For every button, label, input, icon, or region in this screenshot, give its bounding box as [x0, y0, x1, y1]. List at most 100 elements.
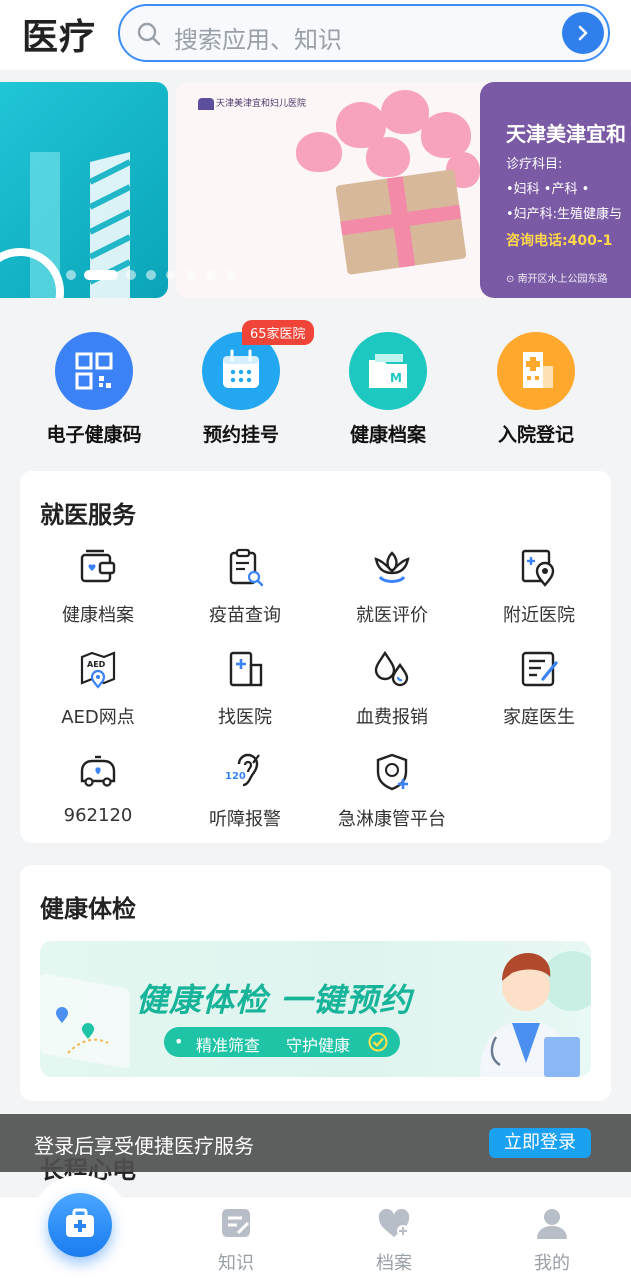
section-title: 就医服务 [40, 501, 136, 529]
map-pin-icon [56, 1007, 109, 1054]
service-vaccine-search[interactable]: 疫苗查询 [171, 547, 319, 627]
service-label: 找医院 [218, 707, 272, 728]
nav-mine[interactable]: 我的 [512, 1205, 592, 1275]
quick-label: 健康档案 [349, 424, 426, 446]
bottom-navigation: 知识 档案 我的 [0, 1175, 631, 1280]
nearby-hospital-icon [521, 549, 555, 587]
service-find-hospital[interactable]: 找医院 [171, 649, 319, 729]
top-bar: 医疗 搜索应用、知识 [0, 0, 631, 70]
nav-archive[interactable]: 档案 [354, 1205, 434, 1275]
medical-services-card: 就医服务 健康档案 疫苗查询 就医评价 附近医院 AED AED网点 找医院 血… [20, 471, 611, 843]
service-label: AED网点 [61, 707, 135, 728]
hospital-count-badge: 65家医院 [242, 320, 314, 345]
search-icon [137, 22, 161, 46]
carousel-dot[interactable] [146, 270, 156, 280]
svg-text:AED: AED [87, 660, 106, 669]
chevron-right-icon [578, 25, 588, 41]
clinic-subjects-detail: •妇产科:生殖健康与 [506, 207, 623, 222]
hospital-address: ⊙ 南开区水上公园东路 [506, 274, 608, 285]
medical-home-button[interactable] [48, 1193, 112, 1257]
profile-icon [537, 1209, 567, 1239]
quick-health-code[interactable]: 电子健康码 [34, 332, 154, 447]
check-circle-icon [368, 1032, 388, 1052]
svg-text:120: 120 [225, 771, 246, 782]
search-bar[interactable]: 搜索应用、知识 [118, 4, 610, 62]
hospital-name: 天津美津宜和 [506, 122, 626, 146]
banner-carousel[interactable]: 天津美津宜和妇儿医院 天津美津宜和 诊疗科目: •妇科 •产科 • •妇产科:生… [0, 82, 631, 298]
exam-banner-headline: 健康体检 一键预约 [136, 981, 413, 1019]
service-leukemia-care[interactable]: 急淋康管平台 [318, 751, 466, 831]
quick-label: 预约挂号 [202, 424, 279, 446]
quick-label: 电子健康码 [46, 424, 142, 446]
qr-code-icon [55, 332, 133, 410]
search-go-button[interactable] [562, 12, 604, 54]
quick-health-record[interactable]: M 健康档案 [328, 332, 448, 447]
shield-care-icon [376, 753, 408, 791]
folder-icon: M [349, 332, 427, 410]
page-title: 医疗 [22, 17, 97, 58]
service-aed[interactable]: AED AED网点 [24, 649, 172, 729]
service-evaluation[interactable]: 就医评价 [318, 547, 466, 627]
quick-admission[interactable]: 入院登记 [476, 332, 596, 447]
service-health-record[interactable]: 健康档案 [24, 547, 172, 627]
service-label: 附近医院 [503, 605, 575, 626]
service-label: 就医评价 [356, 605, 428, 626]
vaccine-search-icon [229, 548, 264, 587]
ambulance-icon [80, 755, 116, 787]
login-prompt-bar: 登录后享受便捷医疗服务 立即登录 [0, 1114, 631, 1172]
carousel-dot[interactable] [226, 270, 236, 280]
service-label: 血费报销 [356, 707, 428, 728]
quick-appointment[interactable]: 预约挂号 [181, 332, 301, 447]
service-nearby-hospital[interactable]: 附近医院 [465, 547, 613, 627]
nav-label: 档案 [376, 1253, 412, 1274]
hospital-building-icon [497, 332, 575, 410]
carousel-dot[interactable] [66, 270, 76, 280]
aed-map-icon: AED [80, 651, 116, 689]
exam-banner-pill: • 精准筛查 守护健康 [164, 1027, 400, 1057]
lotus-icon [374, 551, 410, 583]
clinic-subjects-list: •妇科 •产科 • [506, 182, 590, 197]
carousel-dot[interactable] [166, 270, 176, 280]
clinic-subjects-label: 诊疗科目: [506, 157, 563, 172]
find-hospital-icon [229, 651, 263, 687]
service-label: 962120 [63, 805, 133, 826]
knowledge-icon [222, 1209, 250, 1237]
carousel-dot[interactable] [186, 270, 196, 280]
section-title: 健康体检 [40, 895, 136, 923]
exam-booking-banner[interactable]: 健康体检 一键预约 • 精准筛查 守护健康 [40, 941, 591, 1077]
service-blood-reimburse[interactable]: 血费报销 [318, 649, 466, 729]
quick-actions: 电子健康码 预约挂号 65家医院 M 健康档案 入院登记 [0, 310, 631, 460]
service-emergency-962120[interactable]: 962120 [24, 751, 172, 826]
service-hearing-alarm[interactable]: 120 听障报警 [171, 751, 319, 831]
pill-text-left: 精准筛查 [196, 1036, 261, 1055]
banner-slide-previous[interactable] [0, 82, 168, 298]
service-label: 健康档案 [62, 605, 134, 626]
svg-text:M: M [390, 371, 402, 385]
login-now-button[interactable]: 立即登录 [489, 1128, 591, 1158]
search-placeholder: 搜索应用、知识 [174, 26, 342, 54]
archive-heart-icon [378, 1208, 410, 1237]
health-record-icon [80, 549, 116, 583]
consult-phone: 咨询电话:400-1 [506, 233, 613, 249]
service-label: 家庭医生 [503, 707, 575, 728]
hospital-info-card: 天津美津宜和 诊疗科目: •妇科 •产科 • •妇产科:生殖健康与 咨询电话:4… [480, 82, 631, 298]
dot-icon: • [174, 1032, 184, 1051]
hospital-logo: 天津美津宜和妇儿医院 [198, 96, 306, 110]
carousel-dot[interactable] [126, 270, 136, 280]
location-pin-icon: ⊙ [506, 274, 518, 285]
city-illustration-icon [0, 152, 132, 298]
nav-label: 我的 [534, 1253, 570, 1274]
banner-slide-hospital[interactable]: 天津美津宜和妇儿医院 天津美津宜和 诊疗科目: •妇科 •产科 • •妇产科:生… [176, 82, 631, 298]
service-label: 急淋康管平台 [338, 809, 446, 830]
hearing-alarm-icon: 120 [225, 753, 260, 787]
carousel-dot-active[interactable] [84, 270, 118, 280]
pill-text-right: 守护健康 [286, 1036, 351, 1055]
gift-box-illustration [335, 169, 467, 275]
carousel-dot[interactable] [206, 270, 216, 280]
service-family-doctor[interactable]: 家庭医生 [465, 649, 613, 729]
service-label: 听障报警 [209, 809, 281, 830]
blood-drop-icon [374, 650, 409, 687]
nav-label: 知识 [218, 1253, 254, 1274]
medical-kit-icon [66, 1208, 94, 1237]
nav-knowledge[interactable]: 知识 [196, 1205, 276, 1275]
